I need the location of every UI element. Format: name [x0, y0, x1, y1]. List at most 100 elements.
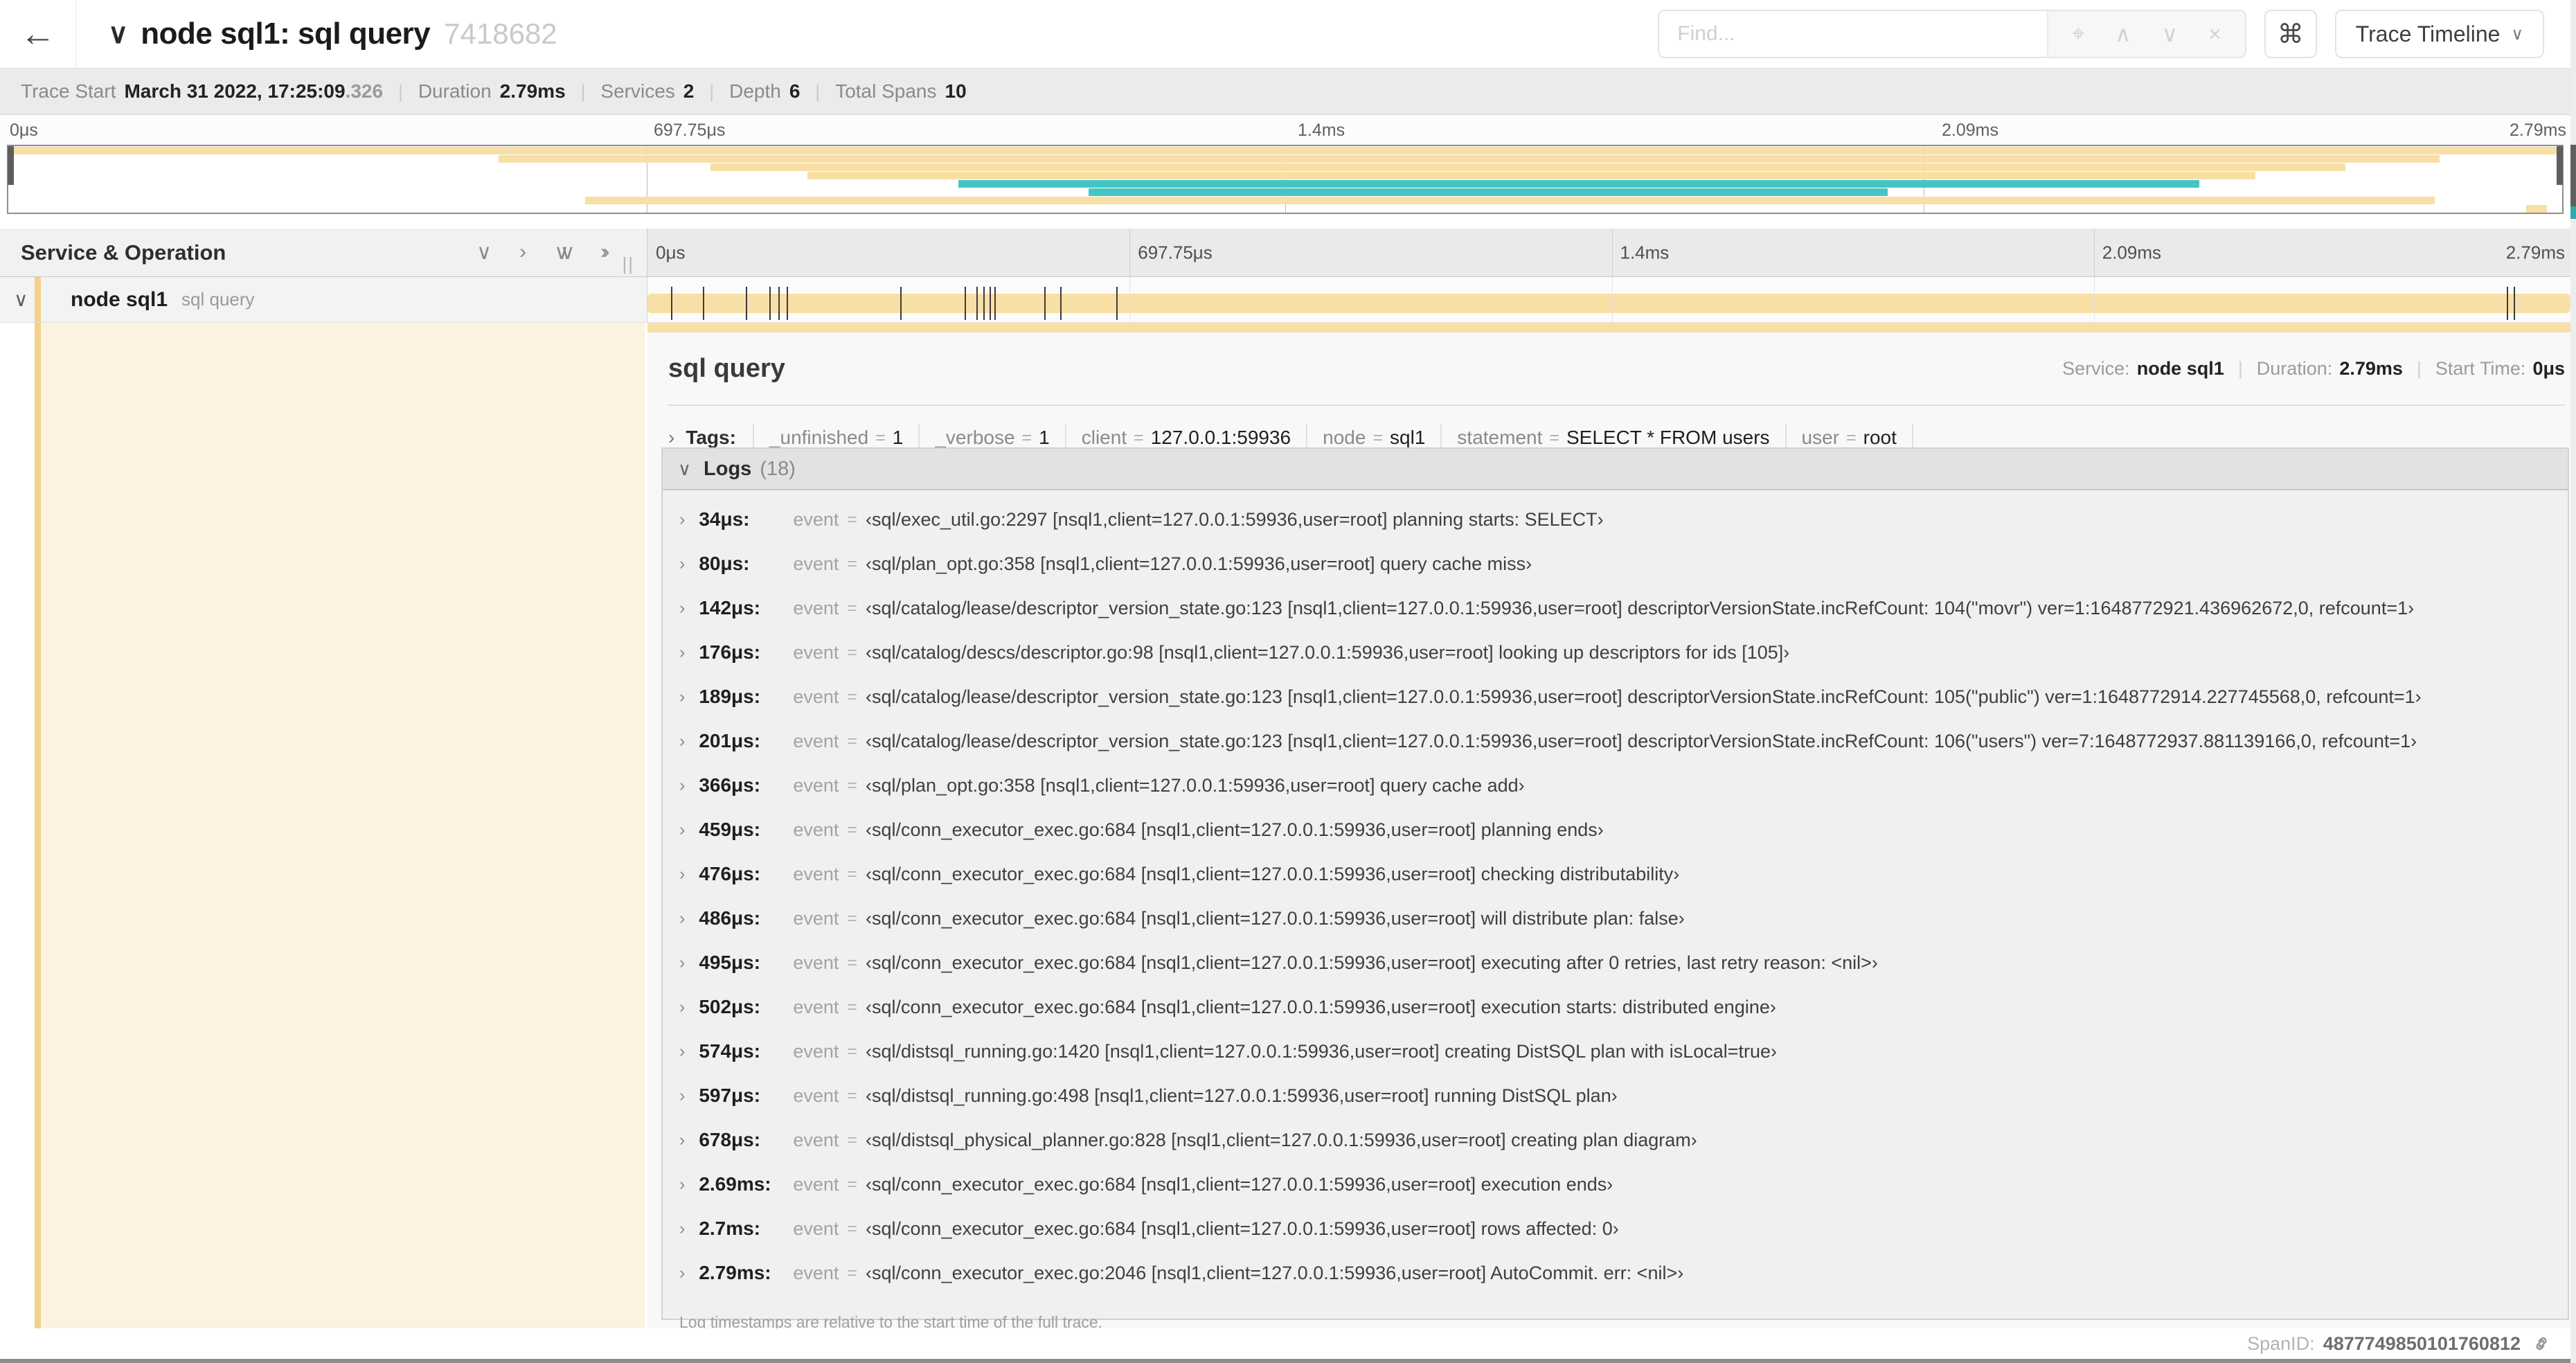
chevron-right-icon: ›: [679, 1174, 686, 1194]
log-row[interactable]: › 366μs: event = ‹sql/plan_opt.go:358 [nsql1…: [663, 763, 2568, 808]
timeline-tick-label: 0μs: [656, 242, 686, 262]
log-marker-tick: [778, 287, 780, 320]
log-row[interactable]: › 176μs: event = ‹sql/catalog/descs/descript…: [663, 630, 2568, 675]
prev-result-icon[interactable]: ∧: [2115, 21, 2131, 47]
find-controls: ⌖ ∧ ∨ ×: [2047, 11, 2245, 57]
top-bar: ← ∨ node sql1: sql query 7418682 ⌖ ∧ ∨ ×…: [0, 0, 2576, 68]
ruler-tick-label: 2.09ms: [1942, 121, 1998, 140]
log-row[interactable]: › 142μs: event = ‹sql/catalog/lease/descript…: [663, 586, 2568, 630]
collapse-all-icon[interactable]: ∨∨: [554, 240, 575, 265]
timeline-gridline: [1129, 229, 1131, 276]
span-row-name-column[interactable]: ∨ node sql1 sql query: [0, 277, 647, 323]
keyboard-shortcuts-button[interactable]: ⌘: [2264, 10, 2317, 58]
logs-label: Logs: [704, 457, 752, 480]
logs-header[interactable]: ∨ Logs (18): [663, 449, 2568, 490]
minimap-left-scrubber[interactable]: [8, 146, 14, 185]
log-field-name: event: [793, 730, 839, 751]
tag-value: 1: [892, 427, 904, 448]
log-field-name: event: [793, 996, 839, 1017]
log-row[interactable]: › 34μs: event = ‹sql/exec_util.go:2297 [nsql…: [663, 497, 2568, 542]
log-value: ‹sql/catalog/descs/descriptor.go:98 [nsq…: [866, 641, 1790, 663]
chevron-right-icon: ›: [679, 1218, 686, 1238]
expand-one-icon[interactable]: ›: [519, 240, 526, 265]
tag-key: user: [1801, 427, 1840, 448]
log-equals: =: [847, 553, 857, 573]
log-row[interactable]: › 678μs: event = ‹sql/distsql_physical_plann…: [663, 1118, 2568, 1162]
log-marker-tick: [745, 287, 747, 320]
expand-all-icon[interactable]: ››: [603, 240, 613, 265]
log-marker-tick: [994, 287, 996, 320]
span-row-timeline[interactable]: [647, 277, 2576, 323]
log-timestamp: 176μs:: [699, 641, 761, 663]
span-operation-name: sql query: [181, 289, 255, 310]
log-row[interactable]: › 2.7ms: event = ‹sql/conn_executor_exec.go:…: [663, 1206, 2568, 1251]
span-duration-bar[interactable]: [647, 294, 2570, 313]
copy-link-icon[interactable]: [2530, 1333, 2552, 1355]
timeline-gridline: [2093, 277, 2095, 322]
log-field-name: event: [793, 907, 839, 929]
minimap-span-bar: [585, 197, 2435, 204]
log-row[interactable]: › 476μs: event = ‹sql/conn_executor_exec.go:…: [663, 852, 2568, 896]
chevron-right-icon: ›: [679, 686, 686, 706]
clear-search-icon[interactable]: ×: [2208, 21, 2221, 47]
log-timestamp: 678μs:: [699, 1129, 761, 1150]
log-row[interactable]: › 2.69ms: event = ‹sql/conn_executor_exec.go…: [663, 1162, 2568, 1206]
collapse-one-icon[interactable]: ∨: [476, 240, 492, 265]
trace-collapse-icon[interactable]: ∨: [108, 18, 128, 50]
command-icon: ⌘: [2277, 19, 2304, 49]
log-row[interactable]: › 574μs: event = ‹sql/distsql_running.go:142…: [663, 1029, 2568, 1074]
chevron-down-icon: ∨: [2511, 24, 2523, 44]
find-input[interactable]: [1659, 11, 2048, 57]
summary-item: Total Spans 10: [835, 80, 966, 103]
find-box: ⌖ ∧ ∨ ×: [1658, 10, 2246, 58]
span-row[interactable]: ∨ node sql1 sql query: [0, 277, 2576, 323]
summary-label: Depth: [729, 80, 781, 102]
back-button[interactable]: ←: [0, 0, 76, 68]
trace-view-selector[interactable]: Trace Timeline ∨: [2334, 10, 2544, 58]
log-row[interactable]: › 201μs: event = ‹sql/catalog/lease/descript…: [663, 719, 2568, 763]
chevron-right-icon: ›: [679, 509, 686, 529]
column-resizer[interactable]: ||: [622, 253, 634, 275]
detail-footer: SpanID: 4877749850101760812: [0, 1328, 2576, 1359]
log-field-name: event: [793, 508, 839, 530]
span-id-value: 4877749850101760812: [2323, 1333, 2521, 1354]
log-row[interactable]: › 189μs: event = ‹sql/catalog/lease/descript…: [663, 675, 2568, 719]
log-field-name: event: [793, 1173, 839, 1195]
service-operation-header: Service & Operation ∨ › ∨∨ ›› ||: [0, 229, 647, 276]
trace-minimap[interactable]: [7, 145, 2564, 214]
divider: |: [580, 80, 586, 102]
divider: |: [2237, 357, 2243, 379]
log-value: ‹sql/conn_executor_exec.go:684 [nsql1,cl…: [866, 819, 1604, 840]
minimap-right-scrubber[interactable]: [2557, 146, 2563, 185]
chevron-right-icon: ›: [679, 819, 686, 839]
summary-value: 6: [789, 80, 800, 102]
log-row[interactable]: › 495μs: event = ‹sql/conn_executor_exec.go:…: [663, 941, 2568, 985]
timeline-gridline: [1611, 229, 1613, 276]
log-row[interactable]: › 2.79ms: event = ‹sql/conn_executor_exec.go…: [663, 1251, 2568, 1295]
log-timestamp: 34μs:: [699, 508, 750, 530]
log-row[interactable]: › 486μs: event = ‹sql/conn_executor_exec.go:…: [663, 896, 2568, 941]
log-equals: =: [847, 598, 857, 618]
log-equals: =: [847, 864, 857, 884]
log-timestamp: 574μs:: [699, 1040, 761, 1062]
log-row[interactable]: › 597μs: event = ‹sql/distsql_running.go:498…: [663, 1074, 2568, 1118]
next-result-icon[interactable]: ∨: [2162, 21, 2178, 47]
log-timestamp: 476μs:: [699, 863, 761, 884]
summary-value: 2.79ms: [499, 80, 566, 102]
scrollbar-track[interactable]: [2570, 0, 2576, 1363]
minimap-span-bar: [958, 180, 2200, 188]
chevron-right-icon: ›: [679, 731, 686, 751]
service-operation-title: Service & Operation: [21, 240, 226, 265]
locate-icon[interactable]: ⌖: [2072, 21, 2084, 47]
scrollbar-thumb[interactable]: [2570, 145, 2576, 214]
log-row[interactable]: › 459μs: event = ‹sql/conn_executor_exec.go:…: [663, 808, 2568, 852]
summary-label: Total Spans: [835, 80, 937, 102]
log-equals: =: [847, 1218, 857, 1238]
log-marker-tick: [1059, 287, 1062, 320]
log-field-name: event: [793, 686, 839, 707]
tag-key: node: [1323, 427, 1366, 448]
chevron-right-icon: ›: [679, 864, 686, 884]
summary-value: 10: [945, 80, 967, 102]
log-row[interactable]: › 80μs: event = ‹sql/plan_opt.go:358 [nsql1,…: [663, 542, 2568, 586]
log-row[interactable]: › 502μs: event = ‹sql/conn_executor_exec.go:…: [663, 985, 2568, 1029]
